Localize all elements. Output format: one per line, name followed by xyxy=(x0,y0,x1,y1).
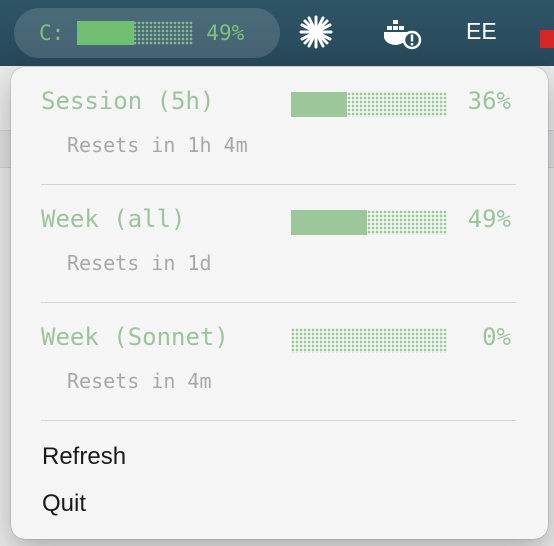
status-label: C: xyxy=(39,21,65,45)
reset-text: Resets in 1d xyxy=(67,251,212,275)
claude-usage-status-item[interactable]: C: 49% xyxy=(14,8,280,58)
usage-bar xyxy=(291,92,447,117)
sparkle-icon[interactable] xyxy=(298,14,334,54)
input-source-item[interactable]: EE xyxy=(466,18,497,45)
menu-bar: C: 49% EE xyxy=(0,0,554,66)
separator xyxy=(41,420,516,421)
usage-bar xyxy=(291,328,447,353)
reset-text: Resets in 1h 4m xyxy=(67,133,248,157)
separator xyxy=(41,302,516,303)
refresh-menu-item[interactable]: Refresh xyxy=(42,443,126,471)
usage-bar xyxy=(291,210,447,235)
row-percent: 49% xyxy=(467,205,511,233)
reset-text: Resets in 4m xyxy=(67,369,212,393)
row-title: Week (Sonnet) xyxy=(41,323,229,351)
row-percent: 36% xyxy=(467,87,511,115)
row-percent: 0% xyxy=(482,323,511,351)
record-indicator-icon[interactable] xyxy=(540,30,554,48)
status-usage-bar xyxy=(77,21,194,45)
docker-icon[interactable] xyxy=(383,18,423,54)
status-percent: 49% xyxy=(206,21,245,45)
quit-menu-item[interactable]: Quit xyxy=(42,490,86,518)
row-title: Session (5h) xyxy=(41,87,215,115)
row-title: Week (all) xyxy=(41,205,186,233)
separator xyxy=(41,184,516,185)
usage-dropdown-menu: Session (5h) 36% Resets in 1h 4m Week (a… xyxy=(11,67,548,539)
